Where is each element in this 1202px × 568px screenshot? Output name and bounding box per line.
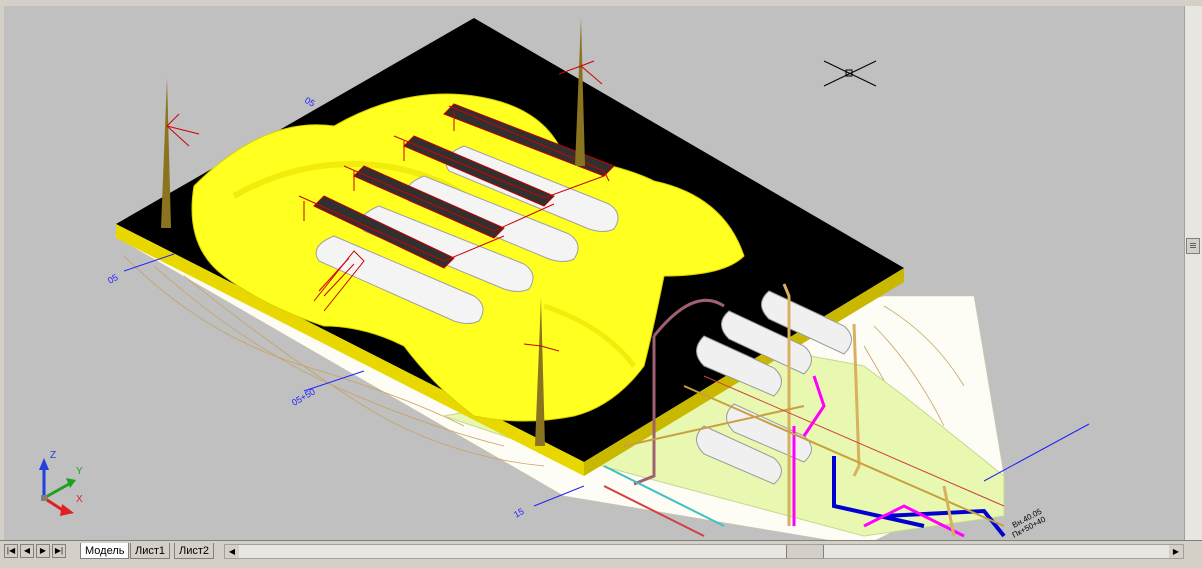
horizontal-scrollbar[interactable]: ◀ ▶ xyxy=(224,544,1184,559)
tab-model[interactable]: Модель xyxy=(80,543,130,559)
scroll-left-arrow[interactable]: ◀ xyxy=(225,545,239,558)
layout-tab-bar: |◀ ◀ ▶ ▶| Модель Лист1 Лист2 ◀ ▶ xyxy=(0,540,1202,568)
grid-label-bottom: 15 xyxy=(512,506,526,520)
grid-label-top: 05 xyxy=(303,95,317,109)
ucs-icon: Z Y X xyxy=(39,450,83,516)
drawing-viewport[interactable]: 05 05 05+50 15 Вн.40.05 Пк+50+40 Z Y X xyxy=(4,6,1184,540)
ucs-z-label: Z xyxy=(50,450,56,461)
first-tab-button[interactable]: |◀ xyxy=(4,544,18,558)
prev-tab-button[interactable]: ◀ xyxy=(20,544,34,558)
vertical-scroll-thumb[interactable] xyxy=(1186,238,1200,254)
view-crosshair xyxy=(823,60,877,87)
next-tab-button[interactable]: ▶ xyxy=(36,544,50,558)
last-tab-button[interactable]: ▶| xyxy=(52,544,66,558)
ucs-x-label: X xyxy=(76,494,83,505)
tab-sheet2[interactable]: Лист2 xyxy=(174,543,215,559)
vertical-scrollbar[interactable] xyxy=(1184,6,1202,540)
model-3d-view: 05 05 05+50 15 Вн.40.05 Пк+50+40 Z Y X xyxy=(39,18,1090,540)
ucs-y-label: Y xyxy=(76,466,83,477)
scroll-right-arrow[interactable]: ▶ xyxy=(1169,545,1183,558)
tab-sheet1[interactable]: Лист1 xyxy=(130,543,171,559)
horizontal-scroll-thumb[interactable] xyxy=(786,545,824,558)
grid-label-left: 05 xyxy=(106,272,120,286)
grid-label-mid: 05+50 xyxy=(290,386,317,407)
